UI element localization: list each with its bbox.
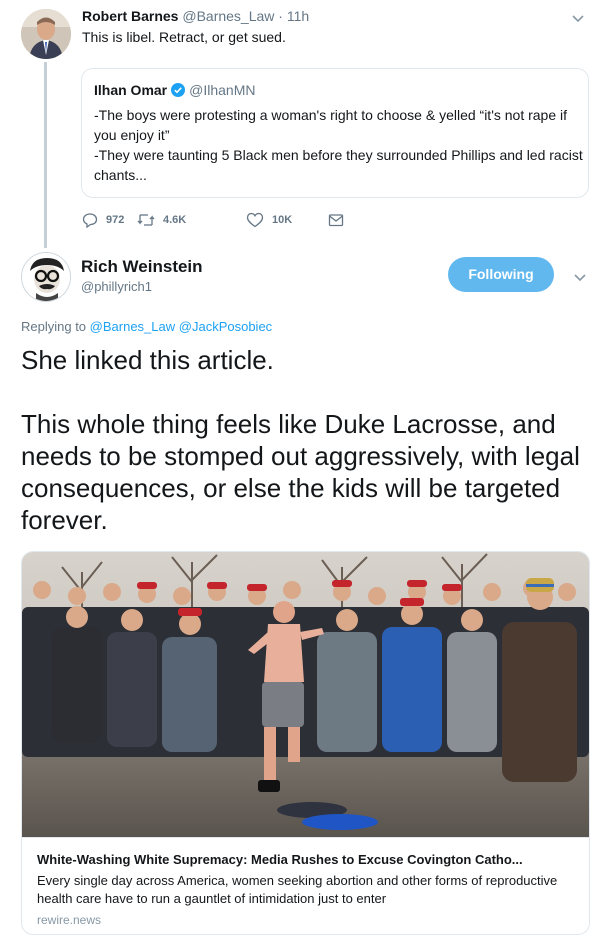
replying-handle-barnes[interactable]: @Barnes_Law [90, 319, 175, 334]
chevron-down-icon[interactable] [570, 10, 586, 26]
verified-badge-icon [171, 83, 186, 97]
quoted-line-1: -The boys were protesting a woman's righ… [94, 107, 568, 143]
article-title[interactable]: White-Washing White Supremacy: Media Rus… [37, 852, 523, 867]
quoted-tweet-text: -The boys were protesting a woman's righ… [94, 105, 584, 185]
replying-to: Replying to @Barnes_Law @JackPosobiec [21, 319, 272, 334]
tweet-text: This is libel. Retract, or get sued. [82, 29, 286, 45]
separator: · [278, 8, 283, 24]
retweet-action[interactable]: 4.6K [137, 212, 186, 228]
following-button[interactable]: Following [448, 257, 554, 292]
article-domain: rewire.news [37, 913, 102, 927]
quoted-line-2: -They were taunting 5 Black men before t… [94, 147, 583, 183]
avatar-rich-weinstein[interactable] [21, 252, 71, 302]
thread-connector [44, 62, 47, 248]
direct-message-icon [328, 214, 344, 227]
author-handle[interactable]: @Barnes_Law [182, 8, 274, 24]
tweet-paragraph-1: She linked this article. [21, 345, 274, 375]
reply-count: 972 [106, 214, 125, 226]
reply-icon [82, 213, 98, 228]
tweet-actions: 972 4.6K 10K [82, 212, 382, 232]
link-card[interactable]: White-Washing White Supremacy: Media Rus… [21, 551, 590, 935]
article-photo [22, 552, 589, 837]
like-icon [246, 212, 264, 228]
quoted-author-name: Ilhan Omar [94, 82, 168, 98]
replying-handle-posobiec[interactable]: @JackPosobiec [179, 319, 272, 334]
parent-tweet[interactable]: Robert Barnes @Barnes_Law · 11h This is … [0, 0, 600, 250]
author-handle[interactable]: @phillyrich1 [81, 279, 152, 294]
author-name[interactable]: Robert Barnes [82, 8, 178, 24]
link-card-meta: White-Washing White Supremacy: Media Rus… [22, 837, 589, 934]
direct-message-action[interactable] [328, 212, 352, 228]
chevron-down-icon[interactable] [572, 269, 588, 285]
article-description: Every single day across America, women s… [37, 873, 558, 906]
avatar-robert-barnes[interactable] [21, 9, 71, 59]
author-name[interactable]: Rich Weinstein [81, 257, 203, 277]
retweet-count: 4.6K [163, 214, 187, 226]
like-count: 10K [272, 214, 293, 226]
quoted-author-handle: @IlhanMN [189, 82, 256, 98]
replying-label: Replying to [21, 319, 87, 334]
tweet-header: Robert Barnes @Barnes_Law · 11h [82, 8, 309, 24]
tweet-paragraph-2: This whole thing feels like Duke Lacross… [21, 409, 580, 535]
like-action[interactable]: 10K [246, 212, 292, 228]
quoted-tweet-header: Ilhan Omar @IlhanMN [94, 82, 255, 98]
timestamp[interactable]: 11h [287, 8, 309, 24]
retweet-icon [137, 214, 155, 226]
tweet-text: She linked this article. This whole thin… [21, 344, 591, 568]
quoted-tweet[interactable]: Ilhan Omar @IlhanMN -The boys were prote… [81, 68, 589, 198]
reply-action[interactable]: 972 [82, 212, 124, 228]
